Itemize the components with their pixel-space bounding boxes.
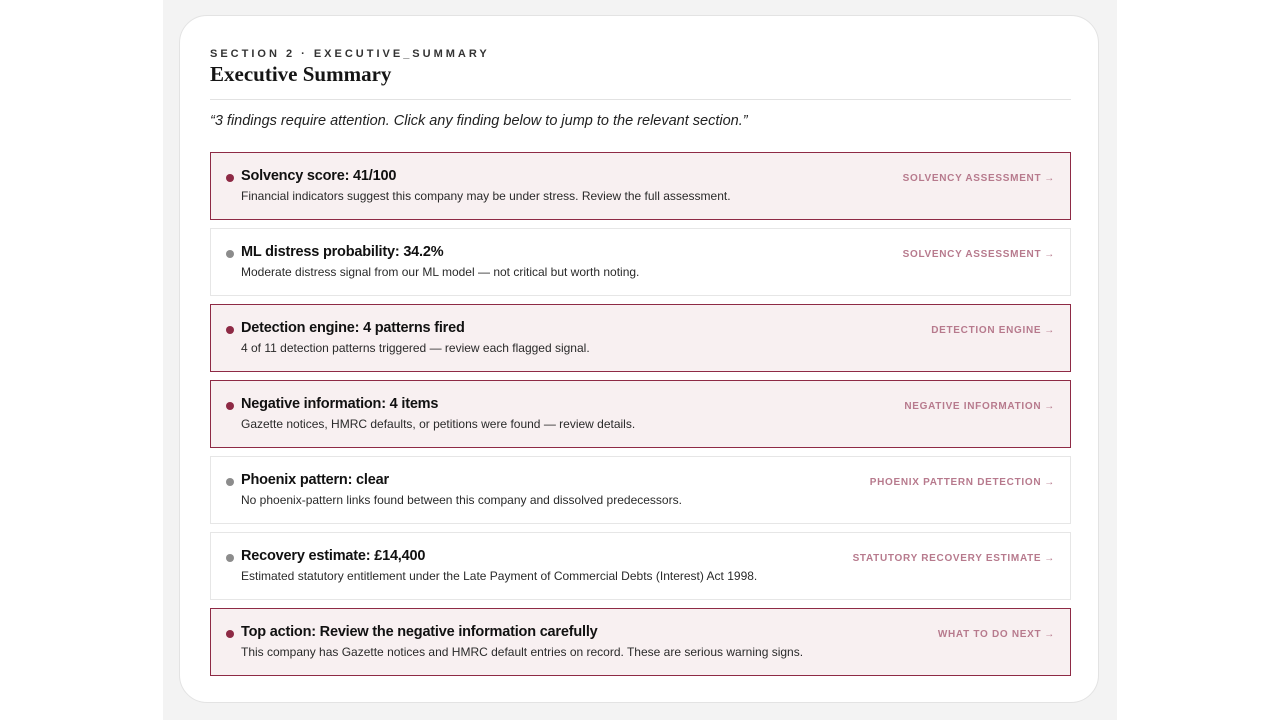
finding-section-link[interactable]: NEGATIVE INFORMATION → [904,401,1055,412]
finding-description: Financial indicators suggest this compan… [241,189,731,203]
finding-top-action[interactable]: Top action: Review the negative informat… [210,608,1071,676]
bullet-dot-icon [226,326,234,334]
bullet-dot-icon [226,250,234,258]
finding-description: 4 of 11 detection patterns triggered — r… [241,341,590,355]
finding-title: Recovery estimate: £14,400 [241,548,426,564]
findings-list: Solvency score: 41/100 Financial indicat… [210,152,1071,684]
finding-title: Phoenix pattern: clear [241,472,389,488]
finding-section-link[interactable]: STATUTORY RECOVERY ESTIMATE → [853,553,1055,564]
finding-description: Moderate distress signal from our ML mod… [241,265,640,279]
page-background: SECTION 2 · EXECUTIVE_SUMMARY Executive … [163,0,1117,720]
finding-link-label: SOLVENCY ASSESSMENT [902,173,1042,184]
bullet-dot-icon [226,174,234,182]
finding-title: Negative information: 4 items [241,396,439,412]
finding-link-label: NEGATIVE INFORMATION [904,401,1042,412]
finding-link-label: WHAT TO DO NEXT [937,629,1042,640]
header-divider [210,99,1071,100]
finding-solvency-score[interactable]: Solvency score: 41/100 Financial indicat… [210,152,1071,220]
finding-section-link[interactable]: SOLVENCY ASSESSMENT → [903,249,1055,260]
finding-section-link[interactable]: SOLVENCY ASSESSMENT → [903,173,1055,184]
arrow-right-icon: → [1044,629,1055,640]
finding-negative-information[interactable]: Negative information: 4 items Gazette no… [210,380,1071,448]
finding-section-link[interactable]: WHAT TO DO NEXT → [938,629,1055,640]
finding-phoenix-pattern[interactable]: Phoenix pattern: clear No phoenix-patter… [210,456,1071,524]
arrow-right-icon: → [1044,553,1055,564]
bullet-dot-icon [226,478,234,486]
finding-section-link[interactable]: PHOENIX PATTERN DETECTION → [870,477,1055,488]
arrow-right-icon: → [1044,325,1055,336]
finding-link-label: SOLVENCY ASSESSMENT [902,249,1042,260]
finding-title: Detection engine: 4 patterns fired [241,320,465,336]
arrow-right-icon: → [1044,477,1055,488]
section-title: Executive Summary [210,62,392,86]
finding-description: This company has Gazette notices and HMR… [241,645,804,659]
bullet-dot-icon [226,554,234,562]
arrow-right-icon: → [1044,249,1055,260]
bullet-dot-icon [226,630,234,638]
finding-detection-engine[interactable]: Detection engine: 4 patterns fired 4 of … [210,304,1071,372]
finding-description: No phoenix-pattern links found between t… [241,493,682,507]
finding-description: Gazette notices, HMRC defaults, or petit… [241,417,636,431]
summary-intro: “3 findings require attention. Click any… [210,113,748,129]
finding-link-label: STATUTORY RECOVERY ESTIMATE [852,553,1042,564]
finding-link-label: PHOENIX PATTERN DETECTION [869,477,1042,488]
arrow-right-icon: → [1044,401,1055,412]
finding-section-link[interactable]: DETECTION ENGINE → [931,325,1055,336]
finding-description: Estimated statutory entitlement under th… [241,569,758,583]
bullet-dot-icon [226,402,234,410]
finding-title: ML distress probability: 34.2% [241,244,444,260]
finding-title: Solvency score: 41/100 [241,168,397,184]
arrow-right-icon: → [1044,173,1055,184]
section-eyebrow: SECTION 2 · EXECUTIVE_SUMMARY [210,48,490,60]
finding-link-label: DETECTION ENGINE [931,325,1042,336]
executive-summary-card: SECTION 2 · EXECUTIVE_SUMMARY Executive … [179,15,1099,703]
finding-ml-distress[interactable]: ML distress probability: 34.2% Moderate … [210,228,1071,296]
finding-recovery-estimate[interactable]: Recovery estimate: £14,400 Estimated sta… [210,532,1071,600]
finding-title: Top action: Review the negative informat… [241,624,598,640]
